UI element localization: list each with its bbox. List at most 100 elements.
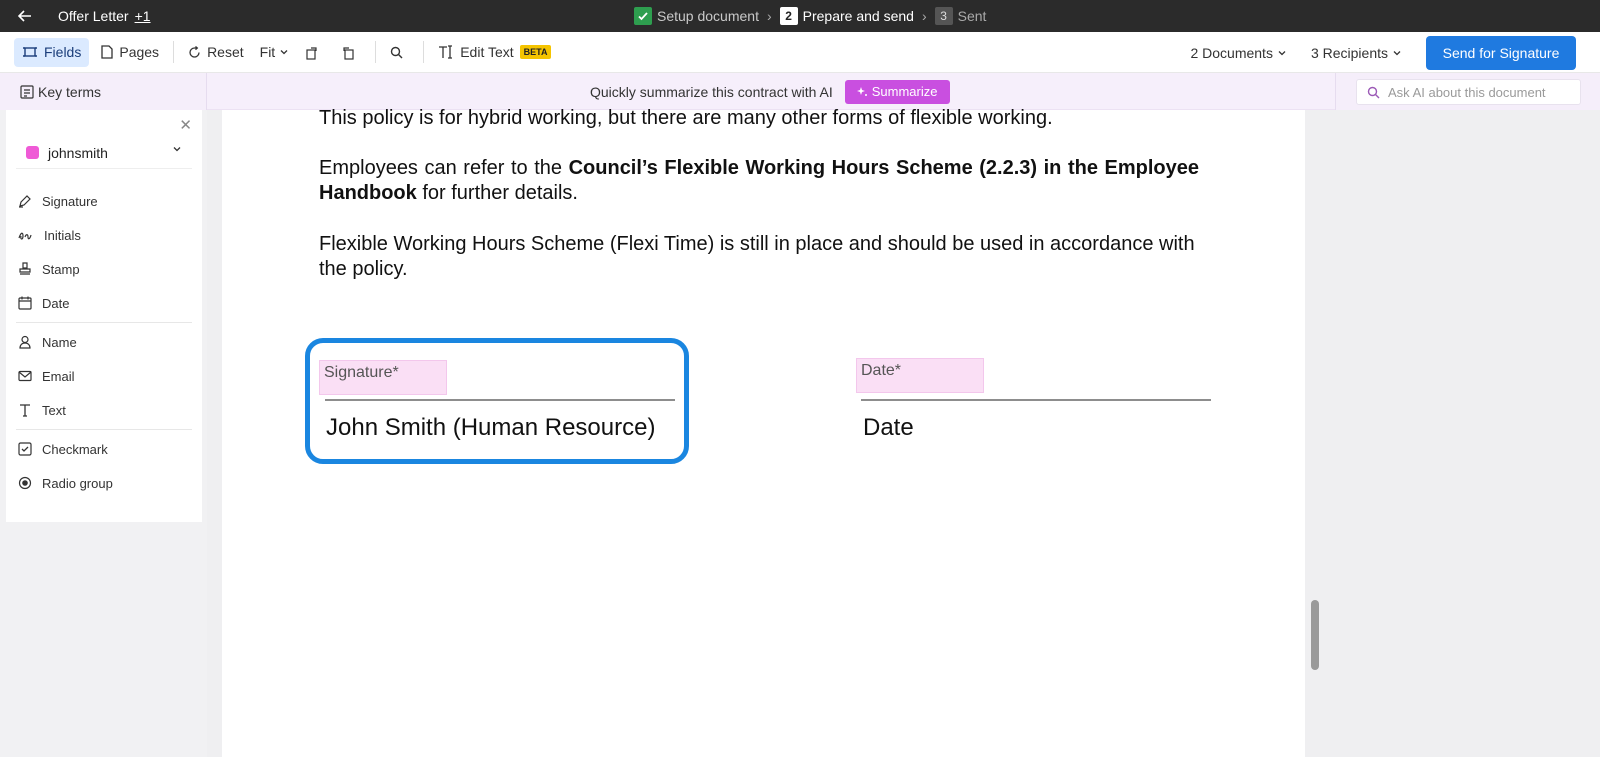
chevron-down-icon: [280, 50, 288, 55]
field-email[interactable]: Email: [6, 359, 202, 393]
divider: [423, 41, 425, 63]
divider: [16, 322, 192, 323]
radio-icon: [18, 476, 32, 490]
divider: [375, 41, 377, 63]
search-button[interactable]: [382, 38, 417, 67]
person-icon: [19, 335, 31, 349]
field-checkmark[interactable]: Checkmark: [6, 432, 202, 466]
field-label: Radio group: [42, 475, 113, 491]
step-sent[interactable]: 3 Sent: [934, 7, 987, 25]
reset-icon: [189, 45, 200, 58]
pages-label: Pages: [119, 44, 160, 60]
field-label: Email: [42, 368, 75, 384]
field-list: Signature Initials Stamp Date Name Email…: [6, 184, 202, 500]
step-setup-document[interactable]: Setup document: [634, 7, 759, 25]
step-number: 2: [779, 7, 798, 25]
divider: [16, 429, 192, 430]
toolbar-right: 2 Documents 3 Recipients Send for Signat…: [1182, 32, 1600, 73]
additional-documents-link[interactable]: +1: [135, 8, 151, 24]
paragraph-handbook-reference: Employees can refer to the Council’s Fle…: [319, 156, 1199, 206]
documents-dropdown[interactable]: 2 Documents: [1182, 38, 1294, 67]
summarize-label: Summarize: [871, 84, 938, 99]
reset-label: Reset: [207, 44, 244, 60]
recipient-select[interactable]: johnsmith: [16, 137, 192, 169]
stamp-icon: [19, 262, 31, 275]
fit-label: Fit: [259, 44, 276, 60]
document-page: This policy is for hybrid working, but t…: [222, 107, 1305, 757]
field-label: Initials: [44, 227, 81, 243]
key-terms-button[interactable]: Key terms: [0, 73, 207, 110]
rotate-right-button[interactable]: [297, 38, 333, 67]
chevron-down-icon: [173, 147, 181, 152]
ask-ai-placeholder: Ask AI about this document: [1388, 84, 1546, 100]
step-number: 3: [934, 7, 953, 25]
field-text[interactable]: Text: [6, 393, 202, 427]
field-name[interactable]: Name: [6, 325, 202, 359]
summarize-button[interactable]: Summarize: [844, 79, 950, 104]
ask-ai-input[interactable]: Ask AI about this document: [1356, 79, 1581, 105]
signature-highlight-box: [305, 338, 689, 464]
field-date[interactable]: Date: [6, 286, 202, 320]
paragraph-flexi-time: Flexible Working Hours Scheme (Flexi Tim…: [319, 233, 1195, 280]
rotate-left-icon: [343, 47, 354, 60]
fields-label: Fields: [44, 44, 82, 60]
recipient-name: johnsmith: [48, 144, 108, 161]
fields-tab[interactable]: Fields: [14, 37, 90, 67]
date-label: Date: [863, 414, 914, 441]
step-label: Sent: [957, 8, 987, 24]
pages-tab[interactable]: Pages: [93, 38, 167, 67]
initials-icon: [18, 232, 32, 240]
signature-line: [325, 399, 675, 401]
search-icon: [391, 46, 403, 58]
fit-dropdown[interactable]: Fit: [252, 38, 298, 67]
progress-steps: Setup document › 2 Prepare and send › 3 …: [634, 0, 986, 32]
back-button[interactable]: [0, 0, 50, 32]
field-stamp[interactable]: Stamp: [6, 252, 202, 286]
signature-field[interactable]: Signature*: [319, 360, 447, 395]
step-prepare-and-send[interactable]: 2 Prepare and send: [779, 7, 914, 25]
recipients-dropdown[interactable]: 3 Recipients: [1303, 38, 1410, 67]
field-radio-group[interactable]: Radio group: [6, 466, 202, 500]
divider: [173, 41, 175, 63]
toolbar: Fields Pages Reset Fit Edit Text BETA 2 …: [0, 32, 1600, 73]
field-signature[interactable]: Signature: [6, 184, 202, 218]
fields-panel: ✕ johnsmith Signature Initials Stamp Dat…: [0, 110, 207, 757]
search-icon: [1367, 86, 1380, 98]
send-for-signature-button[interactable]: Send for Signature: [1426, 35, 1576, 70]
chevron-down-icon: [1393, 50, 1401, 55]
chevron-right-icon: ›: [766, 8, 772, 24]
sparkle-icon: [856, 87, 867, 96]
paragraph-hybrid-policy: This policy is for hybrid working, but t…: [319, 107, 1053, 129]
signer-name: John Smith (Human Resource): [326, 414, 656, 441]
app-root: Offer Letter +1 Setup document › 2 Prepa…: [0, 0, 1600, 757]
fields-panel-content: ✕ johnsmith Signature Initials Stamp Dat…: [6, 110, 202, 522]
date-field[interactable]: Date*: [856, 358, 984, 393]
edit-text-icon: [439, 45, 453, 59]
field-initials[interactable]: Initials: [6, 218, 202, 252]
edit-text-button[interactable]: Edit Text BETA: [430, 38, 559, 67]
field-label: Date: [42, 295, 70, 311]
close-icon[interactable]: ✕: [179, 116, 192, 134]
step-label: Prepare and send: [802, 8, 914, 24]
rotate-left-button[interactable]: [333, 38, 369, 67]
document-title[interactable]: Offer Letter: [58, 8, 129, 24]
field-label: Checkmark: [42, 441, 108, 457]
paragraph-text: Employees can refer to the: [319, 157, 569, 179]
ai-banner: Key terms Quickly summarize this contrac…: [0, 73, 1600, 110]
mail-icon: [18, 370, 32, 382]
ai-search-panel: Ask AI about this document: [1335, 73, 1600, 110]
paragraph-text: for further details.: [416, 182, 578, 204]
chevron-down-icon: [1278, 50, 1286, 55]
field-label: Name: [42, 334, 77, 350]
arrow-left-icon: [18, 10, 31, 22]
ai-prompt-text: Quickly summarize this contract with AI: [590, 83, 833, 100]
date-line: [861, 399, 1211, 401]
rotate-right-icon: [306, 47, 317, 60]
document-viewer: This policy is for hybrid working, but t…: [207, 107, 1600, 757]
field-label: Text: [42, 402, 66, 418]
calendar-icon: [18, 296, 32, 310]
scrollbar-thumb[interactable]: [1311, 600, 1319, 670]
reset-button[interactable]: Reset: [180, 38, 252, 67]
top-bar: Offer Letter +1 Setup document › 2 Prepa…: [0, 0, 1600, 32]
chevron-right-icon: ›: [921, 8, 927, 24]
